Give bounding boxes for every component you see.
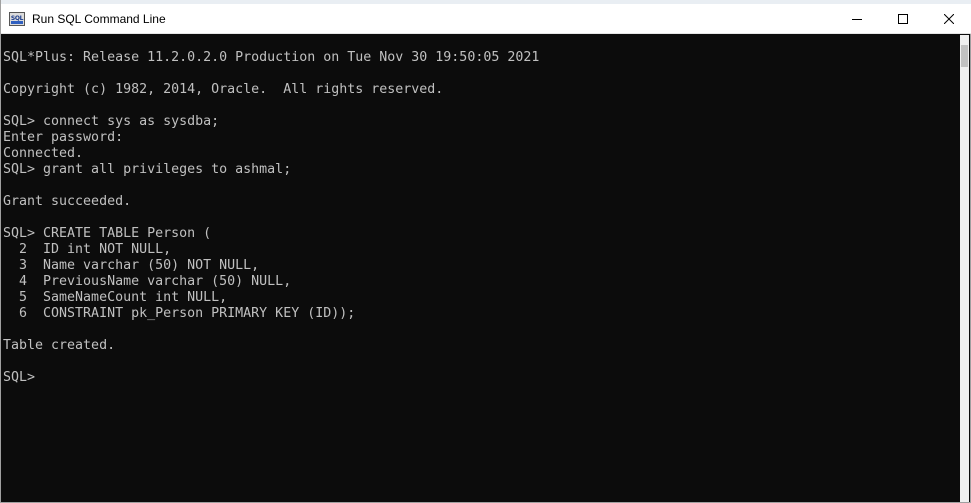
console-line: SQL> CREATE TABLE Person ( bbox=[3, 226, 212, 241]
console-line: 5 SameNameCount int NULL, bbox=[3, 290, 228, 305]
console-line: Grant succeeded. bbox=[3, 194, 132, 209]
console-line: Connected. bbox=[3, 146, 84, 161]
maximize-icon bbox=[898, 13, 908, 24]
console-line: Copyright (c) 1982, 2014, Oracle. All ri… bbox=[3, 82, 444, 97]
console-line: Table created. bbox=[3, 338, 116, 353]
title-bar[interactable]: SQL Run SQL Command Line bbox=[1, 4, 971, 34]
close-button[interactable] bbox=[926, 4, 971, 34]
console-line: SQL> grant all privileges to ashmal; bbox=[3, 162, 292, 177]
console-line: 2 ID int NOT NULL, bbox=[3, 242, 172, 257]
minimize-button[interactable] bbox=[834, 4, 880, 34]
console-output[interactable]: SQL*Plus: Release 11.2.0.2.0 Production … bbox=[2, 35, 962, 502]
window-title: Run SQL Command Line bbox=[32, 11, 166, 26]
window-controls bbox=[834, 4, 971, 34]
console-line: 3 Name varchar (50) NOT NULL, bbox=[3, 258, 260, 273]
console-prompt[interactable]: SQL> bbox=[3, 370, 539, 386]
vertical-scrollbar[interactable] bbox=[960, 35, 969, 502]
console-line: 4 PreviousName varchar (50) NULL, bbox=[3, 274, 292, 289]
console-line: 6 CONSTRAINT pk_Person PRIMARY KEY (ID))… bbox=[3, 306, 356, 321]
minimize-icon bbox=[852, 14, 862, 24]
sql-app-icon: SQL bbox=[9, 11, 25, 26]
console-lines: SQL*Plus: Release 11.2.0.2.0 Production … bbox=[3, 50, 539, 386]
scrollbar-thumb[interactable] bbox=[961, 45, 968, 67]
sql-command-line-window: SQL Run SQL Command Line SQL*Plus: Relea… bbox=[0, 0, 971, 503]
console-line: SQL> connect sys as sysdba; bbox=[3, 114, 220, 129]
console-line: SQL*Plus: Release 11.2.0.2.0 Production … bbox=[3, 50, 540, 65]
console-line: Enter password: bbox=[3, 130, 124, 145]
close-icon bbox=[944, 13, 954, 24]
maximize-button[interactable] bbox=[880, 4, 926, 34]
